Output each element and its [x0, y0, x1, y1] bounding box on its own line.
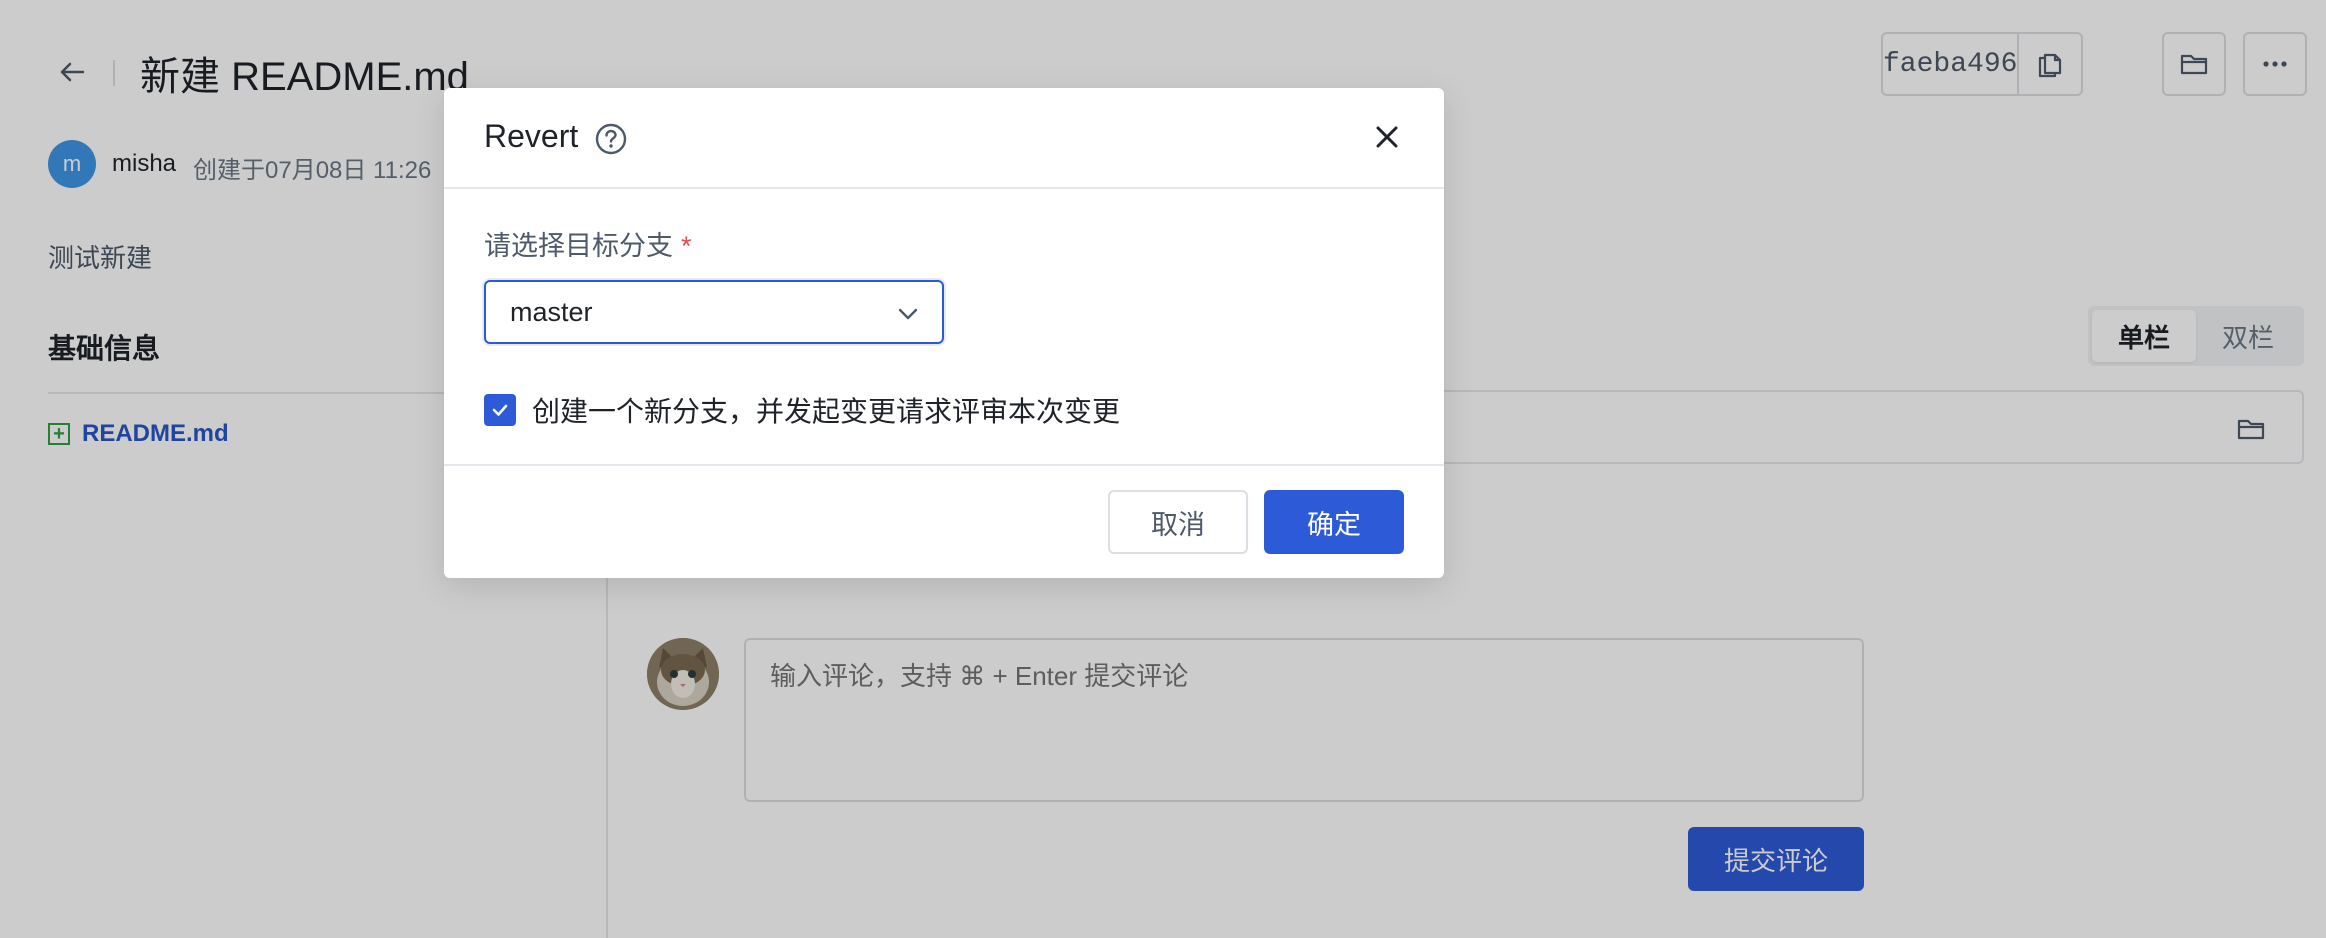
create-branch-label: 创建一个新分支，并发起变更请求评审本次变更	[532, 396, 1121, 427]
close-button[interactable]	[1368, 118, 1406, 156]
create-branch-option[interactable]: 创建一个新分支，并发起变更请求评审本次变更	[484, 390, 1120, 430]
confirm-button[interactable]: 确定	[1264, 490, 1404, 554]
target-branch-label: 请选择目标分支 *	[484, 224, 692, 263]
dialog-header: Revert	[444, 88, 1444, 189]
revert-dialog: Revert 请选择目标分支 * master 创建一个新分支，并发起变更请求评审…	[444, 88, 1444, 578]
help-icon[interactable]	[594, 122, 628, 156]
dialog-title: Revert	[484, 118, 579, 154]
dialog-footer: 取消 确定	[444, 464, 1444, 578]
cancel-button[interactable]: 取消	[1108, 490, 1248, 554]
chevron-down-icon	[898, 308, 918, 320]
create-branch-checkbox[interactable]	[484, 394, 516, 426]
required-mark: *	[681, 231, 692, 261]
target-branch-select[interactable]: master	[484, 280, 944, 344]
selected-branch: master	[510, 296, 593, 327]
close-icon	[1376, 126, 1398, 148]
check-icon	[492, 404, 508, 416]
target-branch-label-text: 请选择目标分支	[484, 231, 673, 261]
